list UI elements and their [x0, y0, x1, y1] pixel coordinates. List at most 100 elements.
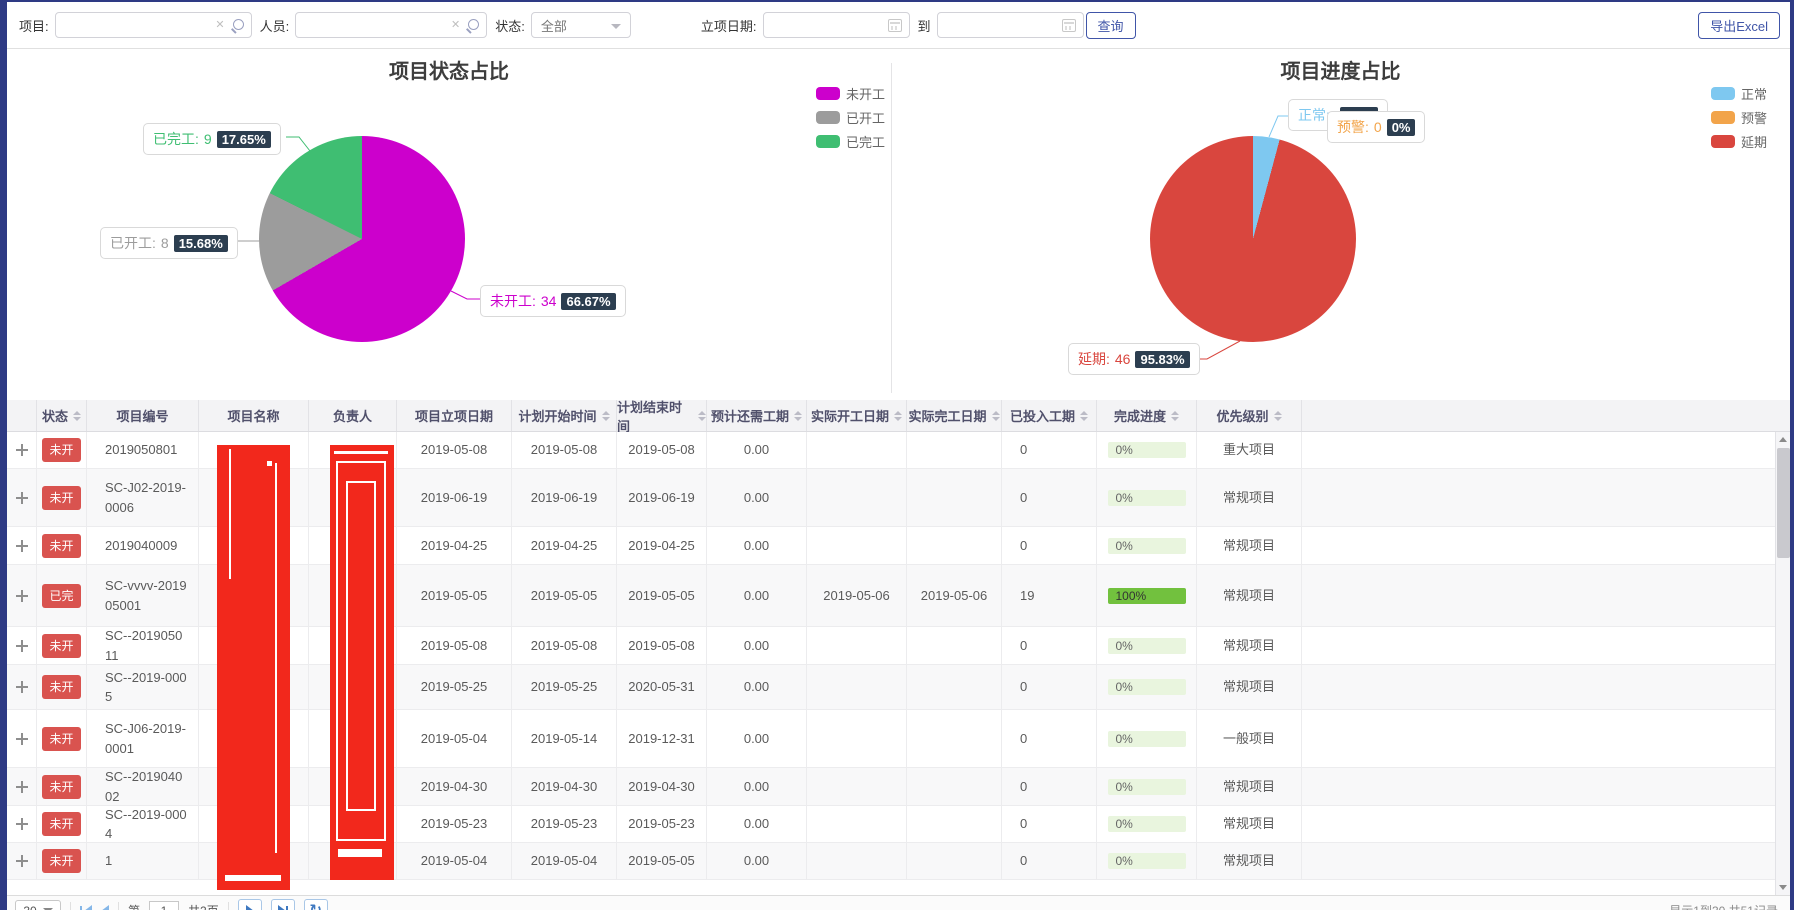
progress-bar: 0%: [1108, 853, 1186, 869]
column-header-13[interactable]: 优先级别: [1197, 400, 1302, 431]
calendar-icon[interactable]: [1062, 19, 1076, 32]
search-icon[interactable]: [466, 19, 479, 32]
pie-project-progress[interactable]: [1150, 136, 1356, 342]
date-to-field[interactable]: [937, 12, 1084, 38]
actual-start-cell: [807, 768, 907, 805]
expand-cell: [7, 665, 37, 709]
column-header-12[interactable]: 完成进度: [1097, 400, 1197, 431]
remain-cell: 0.00: [707, 432, 807, 468]
page-number-input[interactable]: [149, 901, 179, 910]
sort-icon[interactable]: [1274, 411, 1282, 421]
plan-start-cell: 2019-05-08: [512, 432, 617, 468]
date-from-field[interactable]: [763, 12, 910, 38]
sort-icon[interactable]: [1171, 411, 1179, 421]
legend-item[interactable]: 已完工: [816, 135, 885, 148]
plan-start-cell: 2019-05-08: [512, 627, 617, 664]
sort-icon[interactable]: [894, 411, 902, 421]
project-input[interactable]: [62, 15, 212, 35]
sort-icon[interactable]: [794, 411, 802, 421]
actual-end-cell: [907, 768, 1002, 805]
plan-end-cell: 2019-05-23: [617, 806, 707, 842]
page-size-select[interactable]: 30: [15, 900, 61, 910]
status-badge: 未开: [42, 486, 80, 510]
pie-project-status[interactable]: [259, 136, 465, 342]
legend-item[interactable]: 已开工: [816, 111, 885, 124]
code-cell: SC-J02-2019-0006: [87, 469, 199, 526]
prev-page-button[interactable]: [101, 905, 109, 910]
calendar-icon[interactable]: [888, 19, 902, 32]
column-header-6[interactable]: 计划开始时间: [512, 400, 617, 431]
expand-plus-icon[interactable]: [16, 681, 28, 693]
actual-start-cell: 2019-05-06: [807, 565, 907, 626]
sort-icon[interactable]: [73, 411, 81, 421]
person-search-field[interactable]: ✕: [295, 12, 487, 38]
project-search-field[interactable]: ✕: [55, 12, 252, 38]
expand-plus-icon[interactable]: [16, 781, 28, 793]
legend-item[interactable]: 延期: [1711, 135, 1767, 148]
last-page-button[interactable]: [271, 899, 295, 910]
clear-icon[interactable]: ✕: [451, 19, 460, 32]
date-from-input[interactable]: [770, 15, 885, 35]
expand-cell: [7, 806, 37, 842]
code-cell: SC--2019-0004: [87, 806, 199, 842]
actual-end-cell: [907, 627, 1002, 664]
expand-plus-icon[interactable]: [16, 492, 28, 504]
sort-icon[interactable]: [992, 411, 1000, 421]
column-header-9[interactable]: 实际开工日期: [807, 400, 907, 431]
callout-name: 预警:: [1337, 117, 1369, 137]
expand-plus-icon[interactable]: [16, 590, 28, 602]
refresh-button[interactable]: ↻: [304, 899, 328, 910]
priority-cell: 重大项目: [1197, 432, 1302, 468]
vertical-scrollbar[interactable]: [1775, 432, 1790, 895]
chart-title-status: 项目状态占比: [7, 55, 891, 84]
next-page-button[interactable]: [238, 899, 262, 910]
column-header-8[interactable]: 预计还需工期: [707, 400, 807, 431]
legend-item[interactable]: 预警: [1711, 111, 1767, 124]
row-filler: [1302, 469, 1790, 526]
search-icon[interactable]: [231, 19, 244, 32]
actual-start-cell: [807, 710, 907, 767]
scrollbar-thumb[interactable]: [1777, 448, 1790, 558]
column-header-11[interactable]: 已投入工期: [1002, 400, 1097, 431]
clear-icon[interactable]: ✕: [215, 19, 224, 32]
expand-plus-icon[interactable]: [16, 444, 28, 456]
priority-cell: 常规项目: [1197, 768, 1302, 805]
expand-plus-icon[interactable]: [16, 640, 28, 652]
first-page-button[interactable]: [80, 905, 92, 910]
start-cell: 2019-06-19: [397, 469, 512, 526]
remain-cell: 0.00: [707, 565, 807, 626]
person-input[interactable]: [302, 15, 452, 35]
date-to-input[interactable]: [944, 15, 1059, 35]
progress-cell: 0%: [1097, 806, 1197, 842]
column-header-10[interactable]: 实际完工日期: [907, 400, 1002, 431]
callout-value: 34: [541, 293, 557, 309]
scroll-down-button[interactable]: [1776, 880, 1790, 895]
status-cell: 未开: [37, 710, 87, 767]
status-select[interactable]: 全部: [531, 12, 631, 38]
expand-plus-icon[interactable]: [16, 733, 28, 745]
next-page-icon: [246, 905, 254, 910]
expand-cell: [7, 469, 37, 526]
scroll-up-button[interactable]: [1776, 432, 1790, 447]
legend-item[interactable]: 正常: [1711, 87, 1767, 100]
expand-plus-icon[interactable]: [16, 855, 28, 867]
to-label: 到: [918, 16, 931, 35]
legend-item[interactable]: 未开工: [816, 87, 885, 100]
priority-cell: 常规项目: [1197, 565, 1302, 626]
search-button[interactable]: 查询: [1086, 12, 1136, 39]
start-cell: 2019-05-23: [397, 806, 512, 842]
expand-plus-icon[interactable]: [16, 818, 28, 830]
export-excel-button[interactable]: 导出Excel: [1698, 12, 1780, 39]
sort-icon[interactable]: [602, 411, 610, 421]
remain-cell: 0.00: [707, 806, 807, 842]
sort-icon[interactable]: [698, 411, 706, 421]
separator: [118, 902, 119, 910]
expand-plus-icon[interactable]: [16, 540, 28, 552]
column-header-1[interactable]: 状态: [37, 400, 87, 431]
sort-icon[interactable]: [1080, 411, 1088, 421]
actual-start-cell: [807, 432, 907, 468]
progress-cell: 0%: [1097, 710, 1197, 767]
status-cell: 未开: [37, 768, 87, 805]
column-header-7[interactable]: 计划结束时间: [617, 400, 707, 431]
code-cell: SC--201904002: [87, 768, 199, 805]
